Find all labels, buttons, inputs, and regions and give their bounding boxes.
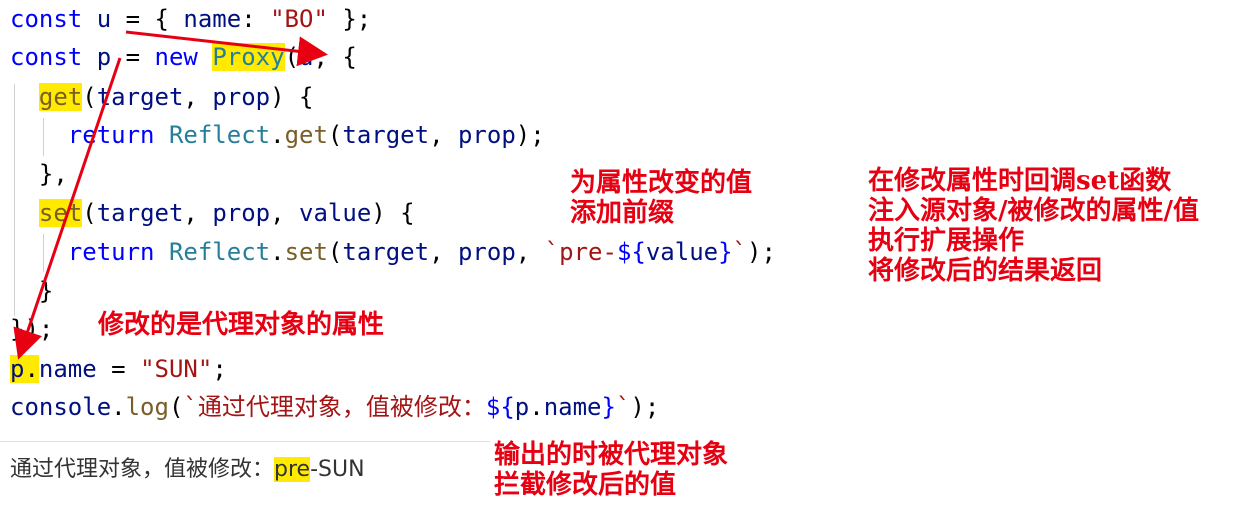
arrow-u-to-proxy [125,30,328,67]
annotation-arrows [13,30,328,360]
arrow-p-to-assignment [13,57,122,360]
annotated-code-screenshot: const u = { name: "BO" }; const p = new P… [0,0,1236,518]
